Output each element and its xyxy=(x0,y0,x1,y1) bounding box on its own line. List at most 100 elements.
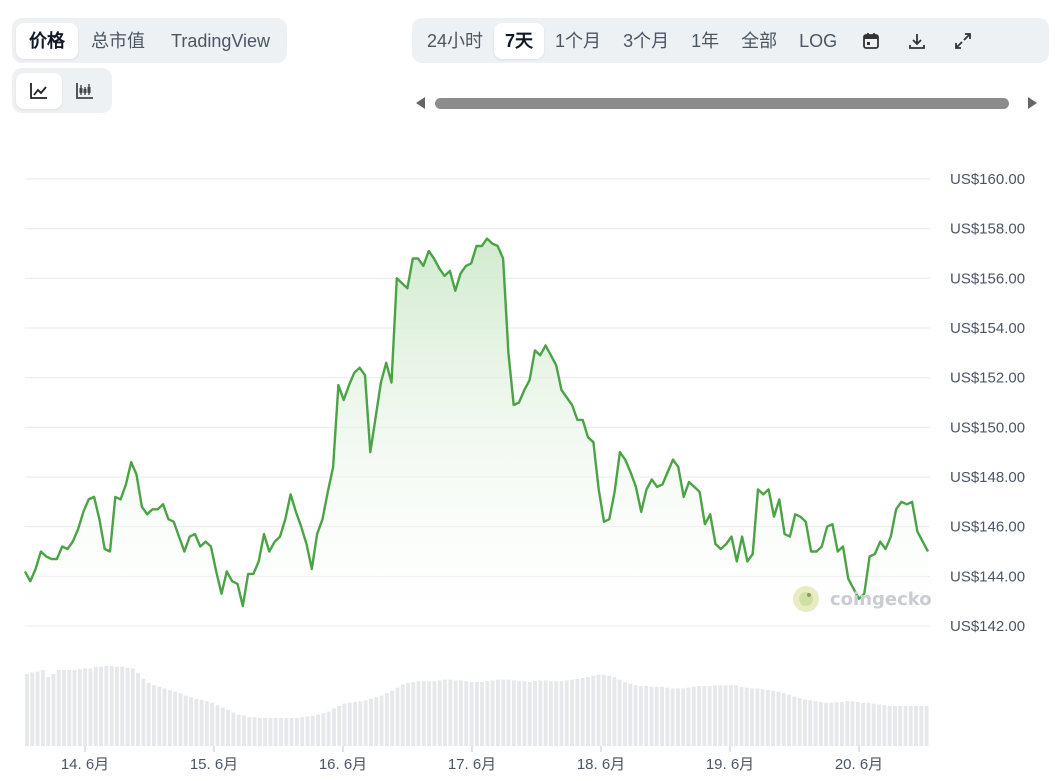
tab-market-cap-label: 总市值 xyxy=(91,30,145,51)
volume-bar xyxy=(670,688,675,746)
volume-bar xyxy=(882,705,887,746)
volume-bar xyxy=(146,682,151,746)
volume-bar xyxy=(924,706,929,746)
volume-bar xyxy=(718,685,723,746)
range-3m-button[interactable]: 3个月 xyxy=(612,23,680,59)
download-icon xyxy=(907,31,927,51)
volume-bar xyxy=(485,681,490,746)
y-tick-label: US$158.00 xyxy=(950,221,1025,238)
range-24h-button-label: 24小时 xyxy=(427,30,484,51)
volume-bar xyxy=(93,666,98,746)
range-7d-button-label: 7天 xyxy=(505,30,534,51)
volume-bar xyxy=(903,706,908,746)
volume-bar xyxy=(453,680,458,746)
line-chart-button[interactable] xyxy=(16,72,62,109)
tab-tradingview[interactable]: TradingView xyxy=(158,23,283,59)
volume-bar xyxy=(30,672,35,746)
volume-bar xyxy=(755,688,760,746)
range-all-button-label: 全部 xyxy=(741,30,778,51)
volume-bar xyxy=(855,702,860,746)
volume-bar xyxy=(707,686,712,746)
volume-bar xyxy=(141,678,146,746)
volume-bar xyxy=(443,679,447,746)
scrollbar-thumb[interactable] xyxy=(435,98,1009,109)
tab-market-cap[interactable]: 总市值 xyxy=(78,23,158,59)
volume-bar xyxy=(586,677,590,746)
volume-bar xyxy=(845,701,850,746)
range-all-button[interactable]: 全部 xyxy=(730,23,788,59)
y-tick-label: US$150.00 xyxy=(950,419,1025,436)
volume-bar xyxy=(570,679,574,746)
x-axis-labels: 14. 6月 15. 6月 16. 6月 17. 6月 18. 6月 19. 6月 20. … xyxy=(61,746,883,773)
volume-bar xyxy=(379,695,384,746)
volume-bar xyxy=(189,697,193,746)
range-1y-button-label: 1年 xyxy=(691,30,720,51)
scroll-left-arrow-icon[interactable] xyxy=(416,97,425,109)
volume-bar xyxy=(35,671,40,746)
volume-bar xyxy=(204,701,209,746)
volume-bar xyxy=(120,666,125,746)
volume-bar xyxy=(157,686,162,746)
volume-bar xyxy=(575,678,580,746)
range-24h-button[interactable]: 24小时 xyxy=(416,23,494,59)
volume-bar xyxy=(866,702,871,746)
x-tick-label: 16. 6月 xyxy=(319,756,367,773)
volume-bar xyxy=(358,701,363,746)
volume-bar xyxy=(406,682,410,746)
volume-bar xyxy=(279,718,283,746)
candlestick-button[interactable] xyxy=(62,73,108,109)
volume-bar xyxy=(46,677,51,746)
tab-tradingview-label: TradingView xyxy=(171,30,271,51)
volume-bar xyxy=(649,686,654,746)
range-1m-button-label: 1个月 xyxy=(555,30,602,51)
volume-bar xyxy=(332,708,336,746)
volume-bar xyxy=(564,680,569,746)
volume-bar xyxy=(601,674,606,746)
volume-bar xyxy=(506,679,511,746)
volume-bar xyxy=(83,668,88,746)
y-tick-label: US$144.00 xyxy=(950,568,1025,585)
volume-bar xyxy=(607,675,612,746)
scroll-right-arrow-icon[interactable] xyxy=(1028,97,1037,109)
volume-bar xyxy=(760,689,765,746)
volume-bar xyxy=(130,668,135,746)
volume-bar xyxy=(178,693,183,746)
volume-bar xyxy=(25,674,29,746)
volume-bar xyxy=(850,701,855,746)
y-tick-label: US$142.00 xyxy=(950,618,1025,635)
volume-bar xyxy=(284,718,289,746)
fullscreen-button[interactable] xyxy=(940,23,986,59)
volume-bar xyxy=(268,718,273,746)
volume-bar xyxy=(660,686,664,746)
download-button[interactable] xyxy=(894,23,940,59)
volume-bar xyxy=(554,681,559,746)
tab-price[interactable]: 价格 xyxy=(16,22,78,59)
volume-bar xyxy=(236,714,241,746)
x-tick-label: 18. 6月 xyxy=(577,756,625,773)
volume-bar xyxy=(713,685,717,746)
volume-bar xyxy=(400,684,405,746)
price-chart[interactable]: US$160.00 US$158.00 US$156.00 US$154.00 US$1… xyxy=(0,150,1061,781)
volume-bar xyxy=(501,679,506,746)
volume-bar xyxy=(808,700,813,746)
volume-bar xyxy=(220,707,225,746)
range-7d-button[interactable]: 7天 xyxy=(494,22,545,59)
range-1y-button[interactable]: 1年 xyxy=(680,23,730,59)
volume-bar xyxy=(226,710,230,746)
volume-bar xyxy=(633,685,638,746)
volume-bar xyxy=(617,679,622,746)
volume-bar xyxy=(337,706,342,746)
range-1m-button[interactable]: 1个月 xyxy=(544,23,612,59)
volume-bar xyxy=(474,682,479,746)
volume-bar xyxy=(834,702,839,746)
volume-bar xyxy=(199,699,204,746)
range-scrollbar[interactable] xyxy=(416,94,1037,112)
volume-bar xyxy=(136,673,140,746)
volume-bar xyxy=(787,694,791,746)
volume-bar xyxy=(591,675,596,746)
volume-bar xyxy=(919,706,924,746)
metric-tabs: 价格 总市值 TradingView xyxy=(12,18,288,63)
line-chart-icon xyxy=(29,81,49,101)
calendar-button[interactable] xyxy=(848,23,894,59)
log-toggle-button[interactable]: LOG xyxy=(788,23,848,59)
